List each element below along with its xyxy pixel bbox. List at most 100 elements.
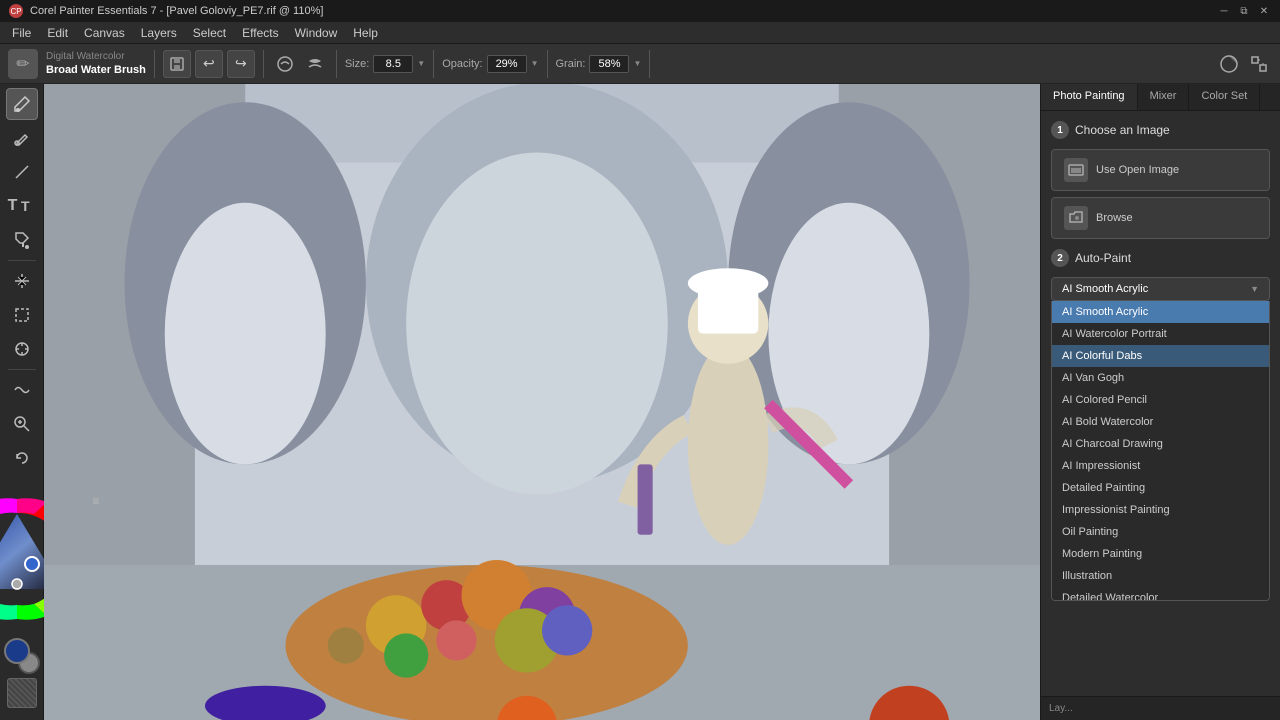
browse-icon <box>1064 206 1088 230</box>
menu-canvas[interactable]: Canvas <box>76 22 133 44</box>
brush-info: Digital Watercolor Broad Water Brush <box>46 50 146 77</box>
opacity-dropdown-arrow[interactable]: ▼ <box>531 59 539 68</box>
dropdown-item-4[interactable]: AI Colored Pencil <box>1052 389 1269 411</box>
brush-preview-icon: ✏ <box>8 49 38 79</box>
use-open-image-icon <box>1064 158 1088 182</box>
dropdown-item-8[interactable]: Detailed Painting <box>1052 477 1269 499</box>
blend-tool[interactable] <box>6 374 38 406</box>
menu-edit[interactable]: Edit <box>39 22 76 44</box>
size-dropdown-arrow[interactable]: ▼ <box>417 59 425 68</box>
opacity-value[interactable]: 29% <box>487 55 527 73</box>
selection-tool[interactable] <box>6 299 38 331</box>
svg-text:T: T <box>21 198 30 214</box>
layer-label: Lay... <box>1049 703 1073 714</box>
dropdown-item-6[interactable]: AI Charcoal Drawing <box>1052 433 1269 455</box>
layer-panel: Lay... <box>1041 696 1280 720</box>
dropdown-item-13[interactable]: Detailed Watercolor <box>1052 587 1269 601</box>
transform-tool[interactable] <box>6 265 38 297</box>
redo-button[interactable]: ↪ <box>227 50 255 78</box>
line-tool[interactable] <box>6 156 38 188</box>
brush-name: Broad Water Brush <box>46 63 146 77</box>
grain-dropdown-arrow[interactable]: ▼ <box>633 59 641 68</box>
autopaint-dropdown-list: AI Smooth Acrylic AI Watercolor Portrait… <box>1051 301 1270 601</box>
undo-button[interactable]: ↩ <box>195 50 223 78</box>
menu-file[interactable]: File <box>4 22 39 44</box>
titlebar-controls[interactable]: ─ ⧉ ✕ <box>1216 3 1272 19</box>
tab-mixer[interactable]: Mixer <box>1138 84 1190 110</box>
dropdown-item-0[interactable]: AI Smooth Acrylic <box>1052 301 1269 323</box>
dropdown-item-10[interactable]: Oil Painting <box>1052 521 1269 543</box>
dropdown-item-7[interactable]: AI Impressionist <box>1052 455 1269 477</box>
canvas-size-button[interactable] <box>1246 51 1272 77</box>
menubar: File Edit Canvas Layers Select Effects W… <box>0 22 1280 44</box>
save-button[interactable] <box>163 50 191 78</box>
use-open-image-button[interactable]: Use Open Image <box>1051 149 1270 191</box>
dropdown-item-9[interactable]: Impressionist Painting <box>1052 499 1269 521</box>
toolbar-separator-6 <box>649 50 650 78</box>
brush-category: Digital Watercolor <box>46 50 146 63</box>
toolbar-separator-3 <box>336 50 337 78</box>
dropdown-item-2[interactable]: AI Colorful Dabs <box>1052 345 1269 367</box>
text-tool[interactable]: T T <box>6 190 38 222</box>
dropdown-item-3[interactable]: AI Van Gogh <box>1052 367 1269 389</box>
menu-effects[interactable]: Effects <box>234 22 286 44</box>
browse-label: Browse <box>1096 212 1133 224</box>
app-icon: CP <box>8 3 24 19</box>
tab-color-set[interactable]: Color Set <box>1189 84 1260 110</box>
size-param: Size: 8.5 ▼ <box>345 55 425 73</box>
size-value[interactable]: 8.5 <box>373 55 413 73</box>
section1-label: Choose an Image <box>1075 123 1170 137</box>
menu-select[interactable]: Select <box>185 22 234 44</box>
toolbar-separator-4 <box>433 50 434 78</box>
svg-text:CP: CP <box>10 7 21 16</box>
paint-bucket-tool[interactable] <box>6 224 38 256</box>
tool-separator-2 <box>8 369 36 370</box>
dropdown-item-5[interactable]: AI Bold Watercolor <box>1052 411 1269 433</box>
brush-options-button[interactable] <box>272 51 298 77</box>
section1-actions: Use Open Image Browse <box>1051 149 1270 239</box>
tab-photo-painting[interactable]: Photo Painting <box>1041 84 1138 110</box>
titlebar-left: CP Corel Painter Essentials 7 - [Pavel G… <box>8 3 323 19</box>
primary-color[interactable] <box>4 638 30 664</box>
menu-help[interactable]: Help <box>345 22 386 44</box>
menu-window[interactable]: Window <box>287 22 346 44</box>
dropdown-item-11[interactable]: Modern Painting <box>1052 543 1269 565</box>
right-panel: Photo Painting Mixer Color Set 1 Choose … <box>1040 84 1280 720</box>
color-secondary-indicator[interactable] <box>12 579 22 589</box>
tool-separator-1 <box>8 260 36 261</box>
minimize-button[interactable]: ─ <box>1216 3 1232 19</box>
restore-button[interactable]: ⧉ <box>1236 3 1252 19</box>
paper-texture-selector[interactable] <box>7 678 37 708</box>
adjuster-tool[interactable] <box>6 333 38 365</box>
toolbar-separator-2 <box>263 50 264 78</box>
autopaint-dropdown[interactable]: AI Smooth Acrylic ▼ <box>1051 277 1270 301</box>
brush-tool[interactable] <box>6 88 38 120</box>
dropper-tool[interactable] <box>6 122 38 154</box>
rotate-tool[interactable] <box>6 442 38 474</box>
section2-number: 2 <box>1051 249 1069 267</box>
main-content: T T <box>0 84 1280 720</box>
color-swatches[interactable] <box>4 638 40 674</box>
canvas-painting <box>44 84 1040 720</box>
size-label: Size: <box>345 58 369 70</box>
color-indicator[interactable] <box>25 557 39 571</box>
use-open-image-label: Use Open Image <box>1096 164 1179 176</box>
close-button[interactable]: ✕ <box>1256 3 1272 19</box>
autopaint-dropdown-arrow: ▼ <box>1250 284 1259 294</box>
color-management-button[interactable] <box>1216 51 1242 77</box>
opacity-param: Opacity: 29% ▼ <box>442 55 538 73</box>
toolbar-separator-1 <box>154 50 155 78</box>
opacity-label: Opacity: <box>442 58 482 70</box>
zoom-tool[interactable] <box>6 408 38 440</box>
section2-header: 2 Auto-Paint <box>1051 249 1270 267</box>
titlebar: CP Corel Painter Essentials 7 - [Pavel G… <box>0 0 1280 22</box>
color-menu-icon[interactable]: ≡ <box>92 494 99 508</box>
canvas-area <box>44 84 1040 720</box>
browse-button[interactable]: Browse <box>1051 197 1270 239</box>
brush-controls-button[interactable] <box>302 51 328 77</box>
dropdown-item-12[interactable]: Illustration <box>1052 565 1269 587</box>
dropdown-item-1[interactable]: AI Watercolor Portrait <box>1052 323 1269 345</box>
section1-number: 1 <box>1051 121 1069 139</box>
grain-value[interactable]: 58% <box>589 55 629 73</box>
menu-layers[interactable]: Layers <box>133 22 185 44</box>
